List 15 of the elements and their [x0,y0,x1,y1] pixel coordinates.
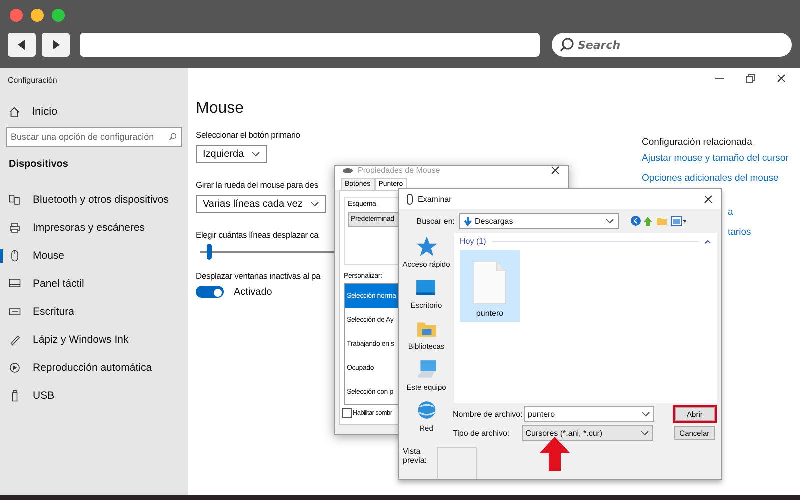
related-heading: Configuración relacionada [642,137,754,148]
toggle-state: Activado [234,286,272,298]
setting-label: Girar la rueda del mouse para des [196,180,318,190]
dialog-title: Examinar [418,194,453,204]
page-title: Mouse [196,100,246,118]
setting-label: Desplazar ventanas inactivas al pa [196,271,321,281]
field-label: Tipo de archivo: [453,428,511,438]
setting-label: Elegir cuántas líneas desplazar ca [196,230,319,240]
window-title: Configuración [7,75,58,87]
field-label: Nombre de archivo: [453,410,521,418]
field-label: Buscar en: [416,216,455,226]
section-heading: Dispositivos [8,158,70,172]
preview-label: Vista previa: [403,447,428,467]
dialog-title: Propiedades de Mouse [358,166,442,175]
setting-label: Seleccionar el botón primario [196,130,300,140]
